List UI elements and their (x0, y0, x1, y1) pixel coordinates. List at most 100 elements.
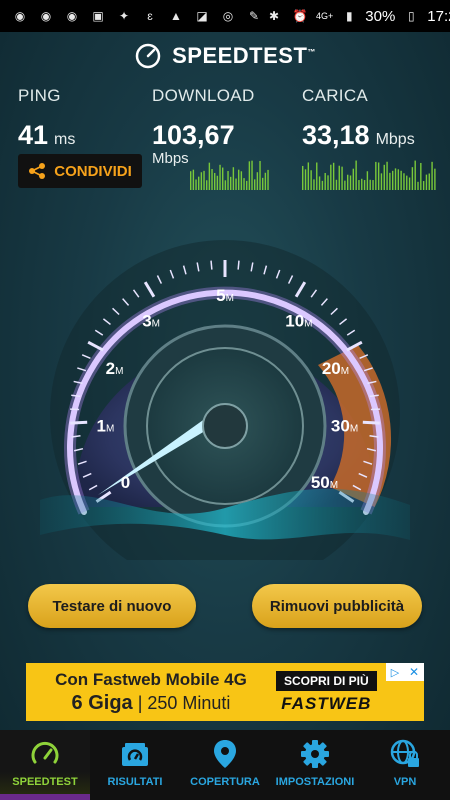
sparkline-bar (262, 177, 264, 190)
upload-unit: Mbps (375, 131, 415, 148)
map-pin-icon (214, 740, 236, 768)
sparkline-bar (380, 173, 383, 190)
ad-headline: Con Fastweb Mobile 4G (55, 669, 247, 689)
sparkline-bar (227, 171, 229, 190)
ad-data-amount: 6 Giga (71, 691, 133, 714)
sparkline-bar (208, 162, 211, 190)
tick-label: 0 (121, 473, 130, 492)
results-icon (122, 743, 148, 766)
sparkline-bar (400, 170, 402, 190)
share-label: CONDIVIDI (54, 162, 132, 180)
retest-button[interactable]: Testare di nuovo (28, 584, 196, 628)
upload-sparkline (302, 160, 436, 190)
bluetooth-icon: ✱ (268, 9, 280, 23)
sparkline-bar (341, 166, 343, 190)
sparkline-bar (192, 169, 195, 190)
twitter-icon: ✦ (118, 9, 130, 23)
sparkline-bar (377, 162, 380, 190)
ad-banner[interactable]: Con Fastweb Mobile 4G 6 Giga | 250 Minut… (26, 663, 424, 721)
sparkline-bar (211, 169, 213, 190)
download-sparkline (190, 160, 269, 190)
sparkline-bar (344, 180, 346, 190)
ad-cta-button[interactable]: SCOPRI DI PIÙ (276, 670, 377, 691)
upload-value: 33,18 (302, 120, 370, 150)
sparkline-bar (431, 161, 433, 190)
sparkline-bar (310, 170, 312, 190)
ping-value: 41 (18, 120, 49, 150)
notification-icons: ◉ ◉ ◉ ▣ ✦ ɛ ▲ ◪ ◎ ✎ (10, 7, 264, 25)
sparkline-bar (264, 172, 267, 190)
sparkline-bar (335, 179, 338, 190)
app-icon: ▲ (170, 9, 182, 23)
sparkline-bar (219, 164, 221, 190)
battery-level: 30% (365, 7, 396, 25)
upload-label: CARICA (302, 86, 369, 105)
sparkline-bar (349, 175, 352, 190)
sparkline-bar (206, 180, 208, 190)
share-icon (29, 163, 46, 179)
sparkline-bar (392, 170, 394, 190)
sparkline-bar (254, 179, 256, 190)
nav-item-coverage[interactable]: COPERTURA (180, 730, 270, 800)
sparkline-bar (321, 180, 324, 190)
gauge-hub (202, 403, 248, 449)
nav-item-settings[interactable]: IMPOSTAZIONI (270, 730, 360, 800)
nav-label: VPN (393, 776, 417, 788)
sparkline-bar (302, 165, 304, 190)
ad-info-icon[interactable]: ▷ (386, 663, 404, 681)
sparkline-bar (230, 176, 232, 190)
sparkline-bar (434, 168, 436, 190)
gauge-tick (210, 260, 213, 270)
sparkline-bar (267, 169, 269, 190)
sparkline-bar (406, 175, 408, 190)
image-icon: ▣ (92, 9, 104, 23)
ad-minutes: 250 Minuti (147, 692, 231, 713)
share-button[interactable]: CONDIVIDI (18, 154, 142, 188)
download-metric: DOWNLOAD 103,67 (152, 86, 255, 151)
sparkline-bar (313, 179, 315, 190)
sparkline-bar (394, 168, 397, 190)
battery-icon: ▯ (407, 9, 415, 23)
vpn-globe-icon (390, 739, 419, 767)
gauge-icon (31, 741, 59, 764)
sparkline-bar (246, 180, 248, 190)
sparkline-bar (408, 177, 411, 190)
gauge-tick (237, 260, 240, 270)
sparkline-bar (238, 169, 240, 190)
nav-item-vpn[interactable]: VPN (360, 730, 450, 800)
sparkline-bar (214, 172, 216, 190)
sparkline-bar (422, 181, 425, 190)
nav-label: COPERTURA (190, 776, 260, 788)
app-icon: ◎ (222, 9, 234, 23)
remove-ads-button[interactable]: Rimuovi pubblicità (252, 584, 422, 628)
download-unit: Mbps (152, 150, 189, 167)
sparkline-bar (248, 161, 251, 190)
upload-metric: CARICA 33,18 Mbps (302, 86, 415, 151)
sparkline-bar (411, 167, 414, 190)
ping-label: PING (18, 86, 61, 105)
sparkline-bar (417, 181, 419, 190)
planet-icon: ◉ (66, 9, 78, 23)
bottom-nav: SPEEDTEST RISULTATI COPERTURA IMPOSTAZIO… (0, 730, 450, 800)
sparkline-bar (363, 180, 366, 190)
nav-label: SPEEDTEST (12, 776, 78, 788)
sparkline-bar (190, 171, 192, 190)
sparkline-bar (195, 179, 197, 190)
sparkline-bar (318, 176, 321, 190)
speed-gauge: 0 1M 2M 3M 5M 10M 20M 30M 50M (40, 240, 410, 560)
close-icon[interactable]: ✕ (404, 663, 424, 681)
sparkline-bar (358, 180, 360, 190)
sparkline-bar (198, 176, 200, 190)
sparkline-bar (256, 172, 259, 190)
sparkline-bar (235, 178, 237, 190)
sparkline-bar (366, 171, 369, 190)
active-tab-indicator (0, 794, 90, 800)
sparkline-bar (347, 174, 349, 190)
nav-item-speedtest[interactable]: SPEEDTEST (0, 730, 90, 800)
nav-item-results[interactable]: RISULTATI (90, 730, 180, 800)
sparkline-bar (375, 161, 377, 190)
sparkline-bar (369, 179, 371, 190)
sparkline-bar (243, 178, 245, 190)
app-icon: ✎ (248, 9, 260, 23)
sparkline-bar (338, 165, 340, 190)
